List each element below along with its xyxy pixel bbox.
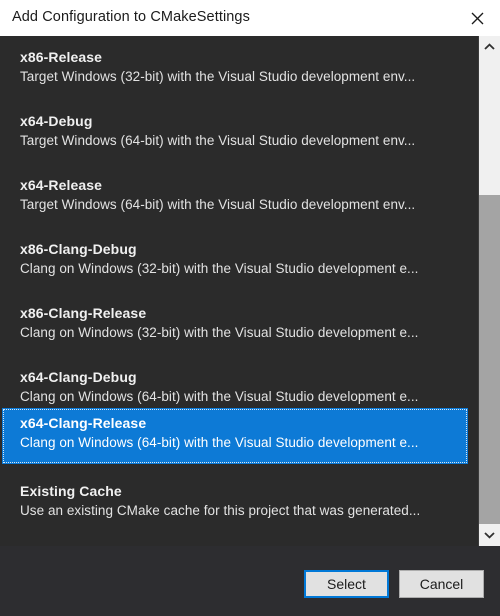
- select-button[interactable]: Select: [304, 570, 389, 598]
- close-button[interactable]: [454, 0, 500, 36]
- list-item[interactable]: x86-Clang-Release Clang on Windows (32-b…: [2, 298, 468, 354]
- list-item-title: x64-Clang-Debug: [20, 369, 137, 385]
- list-item[interactable]: x64-Debug Target Windows (64-bit) with t…: [2, 106, 468, 162]
- dialog-footer: Select Cancel: [0, 546, 500, 616]
- add-configuration-dialog: Add Configuration to CMakeSettings x86-R…: [0, 0, 500, 616]
- chevron-up-icon: [484, 38, 495, 56]
- list-item[interactable]: x86-Release Target Windows (32-bit) with…: [2, 42, 468, 98]
- list-item-description: Target Windows (64-bit) with the Visual …: [20, 133, 416, 148]
- scrollbar-thumb[interactable]: [479, 195, 500, 524]
- list-item[interactable]: x64-Release Target Windows (64-bit) with…: [2, 170, 468, 226]
- cancel-button[interactable]: Cancel: [399, 570, 484, 598]
- close-icon: [471, 12, 484, 25]
- list-item-title: Existing Cache: [20, 483, 122, 499]
- dialog-title: Add Configuration to CMakeSettings: [12, 9, 250, 25]
- list-item-title: x64-Release: [20, 177, 103, 193]
- list-item-selected[interactable]: x64-Clang-Release Clang on Windows (64-b…: [2, 408, 468, 464]
- chevron-down-icon: [484, 526, 495, 544]
- list-item-title: x64-Debug: [20, 113, 93, 129]
- list-item-description: Clang on Windows (64-bit) with the Visua…: [20, 389, 419, 404]
- dialog-titlebar: Add Configuration to CMakeSettings: [0, 0, 500, 36]
- list-item-description: Use an existing CMake cache for this pro…: [20, 503, 421, 518]
- list-item[interactable]: Existing Cache Use an existing CMake cac…: [2, 476, 468, 532]
- list-item-title: x86-Release: [20, 49, 103, 65]
- list-scrollbar[interactable]: [478, 36, 500, 546]
- scrollbar-down-button[interactable]: [479, 524, 500, 546]
- configuration-list[interactable]: x86-Release Target Windows (32-bit) with…: [0, 36, 500, 546]
- list-item-description: Target Windows (64-bit) with the Visual …: [20, 197, 416, 212]
- list-item-title: x64-Clang-Release: [20, 415, 147, 431]
- list-item-title: x86-Clang-Debug: [20, 241, 137, 257]
- list-item[interactable]: x86-Clang-Debug Clang on Windows (32-bit…: [2, 234, 468, 290]
- list-item-description: Clang on Windows (32-bit) with the Visua…: [20, 325, 419, 340]
- scrollbar-up-button[interactable]: [479, 36, 500, 58]
- scrollbar-track[interactable]: [479, 58, 500, 524]
- list-item-description: Clang on Windows (64-bit) with the Visua…: [20, 435, 419, 450]
- list-item-description: Clang on Windows (32-bit) with the Visua…: [20, 261, 419, 276]
- list-item-title: x86-Clang-Release: [20, 305, 147, 321]
- list-item-description: Target Windows (32-bit) with the Visual …: [20, 69, 416, 84]
